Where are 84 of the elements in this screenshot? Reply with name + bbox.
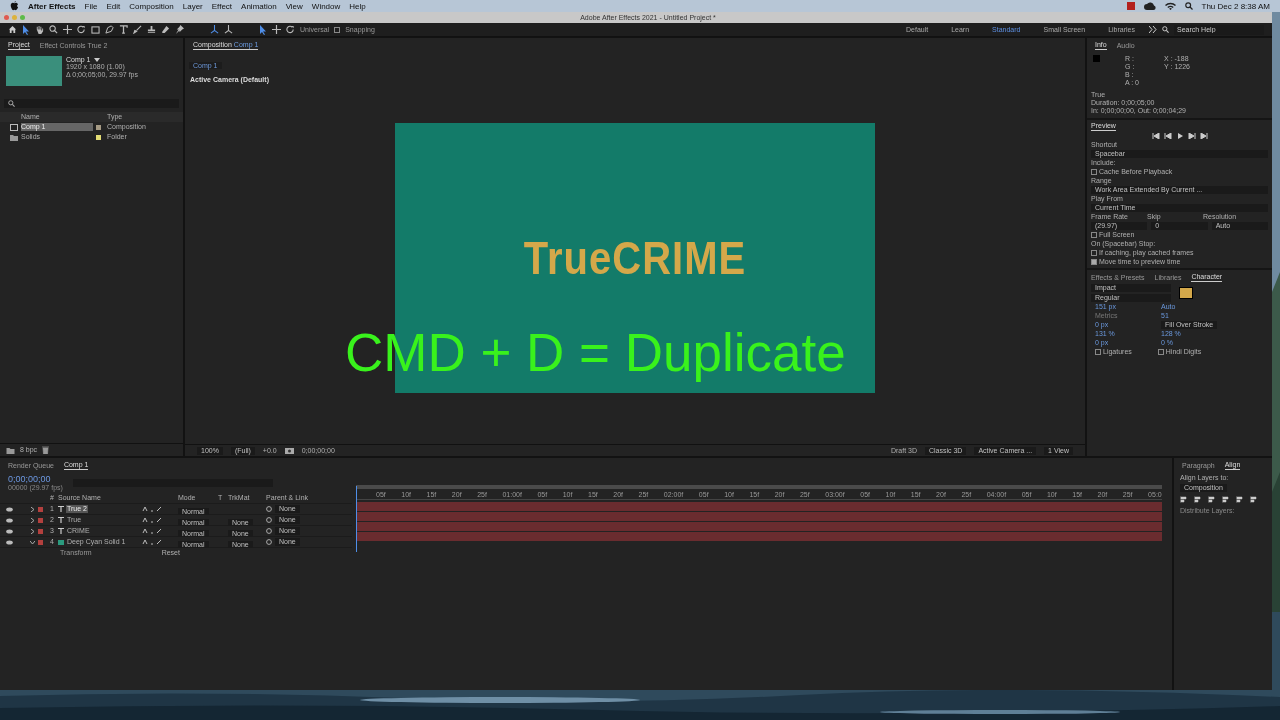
timecode[interactable]: 0;00;00;00 bbox=[8, 474, 63, 484]
align-icon[interactable] bbox=[1236, 496, 1243, 503]
label-swatch[interactable] bbox=[96, 124, 101, 130]
playback-control-icon[interactable] bbox=[1199, 133, 1208, 139]
caret-icon[interactable] bbox=[30, 539, 35, 545]
label-swatch[interactable] bbox=[96, 134, 101, 140]
search-icon[interactable] bbox=[1162, 26, 1169, 33]
pen-tool-icon[interactable] bbox=[105, 25, 114, 34]
playback-control-icon[interactable] bbox=[1163, 133, 1172, 139]
wifi-icon[interactable] bbox=[1164, 2, 1176, 10]
hand-tool-icon[interactable] bbox=[35, 25, 44, 34]
comp-thumbnail bbox=[6, 56, 62, 86]
composition-icon bbox=[10, 123, 18, 131]
move-tool-icon[interactable] bbox=[272, 25, 281, 34]
caret-icon[interactable] bbox=[30, 528, 35, 534]
caret-icon[interactable] bbox=[93, 57, 100, 62]
layer-switches-icon[interactable] bbox=[142, 539, 162, 545]
menu-item[interactable]: Window bbox=[311, 1, 341, 11]
snapping-checkbox[interactable] bbox=[334, 26, 341, 33]
trash-icon[interactable] bbox=[42, 446, 50, 454]
label-swatch[interactable] bbox=[38, 517, 43, 523]
menu-item[interactable]: Layer bbox=[182, 1, 203, 11]
menubar-clock[interactable]: Thu Dec 2 8:38 AM bbox=[1201, 1, 1270, 11]
layer-switches-icon[interactable] bbox=[142, 528, 162, 534]
align-icon[interactable] bbox=[1194, 496, 1201, 503]
align-icon[interactable] bbox=[1208, 496, 1215, 503]
checkbox[interactable] bbox=[1157, 349, 1164, 355]
selection-tool-icon[interactable] bbox=[259, 24, 267, 35]
playback-control-icon[interactable] bbox=[1187, 133, 1196, 139]
eraser-tool-icon[interactable] bbox=[161, 25, 170, 34]
app-menu[interactable]: After Effects bbox=[28, 1, 76, 11]
selection-tool-icon[interactable] bbox=[22, 24, 30, 35]
axis-icon[interactable] bbox=[210, 25, 219, 34]
checkbox[interactable] bbox=[1091, 250, 1097, 256]
zoom-tool-icon[interactable] bbox=[49, 25, 58, 34]
rotate-tool-icon[interactable] bbox=[77, 25, 86, 34]
label-swatch[interactable] bbox=[38, 539, 43, 545]
move-tool-icon[interactable] bbox=[63, 25, 72, 34]
folder-icon bbox=[10, 133, 18, 141]
solid-layer-icon bbox=[58, 539, 64, 545]
cloud-icon[interactable] bbox=[1143, 2, 1156, 10]
text-layer-icon bbox=[58, 517, 64, 523]
menu-item[interactable]: File bbox=[84, 1, 98, 11]
search-icon[interactable] bbox=[1184, 2, 1193, 10]
align-icon[interactable] bbox=[1250, 496, 1257, 503]
stamp-tool-icon[interactable] bbox=[147, 25, 156, 34]
status-icon[interactable] bbox=[1126, 2, 1135, 10]
home-icon[interactable] bbox=[8, 25, 17, 34]
brush-tool-icon[interactable] bbox=[133, 25, 142, 34]
playback-control-icon[interactable] bbox=[1151, 133, 1160, 139]
color-sample bbox=[1093, 55, 1100, 62]
checkbox[interactable] bbox=[1091, 232, 1097, 238]
more-workspaces-icon[interactable] bbox=[1149, 26, 1157, 33]
checkbox[interactable] bbox=[1091, 259, 1097, 265]
menu-item[interactable]: Help bbox=[349, 1, 366, 11]
align-icon[interactable] bbox=[1222, 496, 1229, 503]
align-icon[interactable] bbox=[1180, 496, 1187, 503]
text-layer-icon bbox=[58, 506, 64, 512]
fill-color-swatch[interactable] bbox=[1179, 287, 1193, 299]
rotate-tool-icon[interactable] bbox=[286, 25, 295, 34]
axis-icon[interactable] bbox=[224, 25, 233, 34]
menu-item[interactable]: Edit bbox=[106, 1, 121, 11]
folder-icon[interactable] bbox=[6, 446, 15, 454]
label-swatch[interactable] bbox=[38, 528, 43, 534]
type-tool-icon[interactable] bbox=[119, 25, 128, 34]
caret-icon[interactable] bbox=[30, 506, 35, 512]
checkbox[interactable] bbox=[1095, 349, 1101, 355]
layer-switches-icon[interactable] bbox=[142, 506, 162, 512]
search-field[interactable] bbox=[4, 99, 179, 108]
rectangle-tool-icon[interactable] bbox=[91, 25, 100, 34]
apple-logo-icon[interactable] bbox=[10, 1, 19, 11]
camera-icon[interactable] bbox=[284, 447, 294, 454]
label-swatch[interactable] bbox=[38, 506, 43, 512]
text-layer-icon bbox=[58, 528, 64, 534]
caret-icon[interactable] bbox=[30, 517, 35, 523]
checkbox[interactable] bbox=[1091, 169, 1097, 175]
menu-item[interactable]: View bbox=[285, 1, 303, 11]
menu-item[interactable]: Animation bbox=[241, 1, 277, 11]
pin-tool-icon[interactable] bbox=[175, 25, 184, 34]
playback-control-icon[interactable] bbox=[1175, 133, 1184, 139]
menu-item[interactable]: Effect bbox=[211, 1, 233, 11]
menu-item[interactable]: Composition bbox=[129, 1, 174, 11]
layer-switches-icon[interactable] bbox=[142, 517, 162, 523]
search-icon[interactable] bbox=[8, 100, 15, 107]
